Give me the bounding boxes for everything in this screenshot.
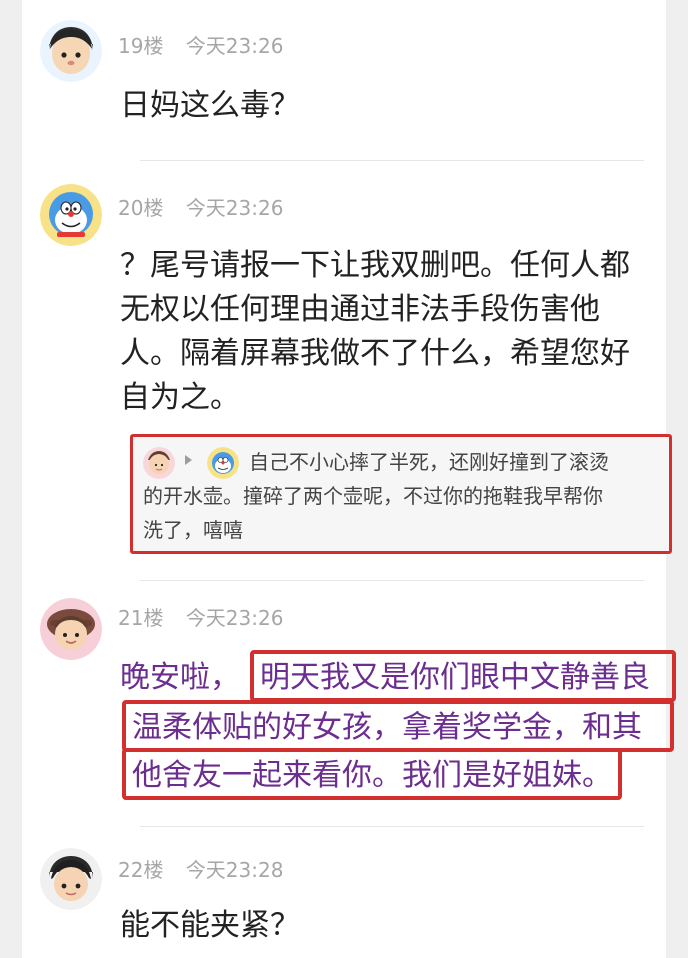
comment-meta: 22楼 今天23:28 [118, 858, 283, 882]
comment-line: 温柔体贴的好女孩，拿着奖学金，和其 [132, 710, 642, 745]
timestamp: 今天23:26 [185, 196, 284, 220]
comment-meta: 21楼 今天23:26 [118, 606, 283, 630]
floor-label: 19楼 [118, 34, 164, 58]
comment-meta: 20楼 今天23:26 [118, 196, 283, 220]
comment-line: 明天我又是你们眼中文静善良 [260, 660, 650, 695]
reply-line: 洗了，嘻嘻 [143, 518, 243, 542]
timestamp: 今天23:26 [185, 34, 284, 58]
comment-divider [140, 580, 644, 581]
comment-list: 19楼 今天23:26 日妈这么毒？ 20楼 今天23:26 ？尾号请报一下让我… [22, 0, 676, 958]
comment-divider [140, 826, 644, 827]
comment-thread-screenshot: 19楼 今天23:26 日妈这么毒？ 20楼 今天23:26 ？尾号请报一下让我… [0, 0, 688, 958]
reply-line: 的开水壶。撞碎了两个壶呢，不过你的拖鞋我早帮你 [143, 484, 603, 508]
reply-line: 自己不小心摔了半死，还刚好撞到了滚烫 [249, 450, 609, 474]
cartoon-dark-hair-avatar-icon[interactable] [40, 848, 102, 910]
comment-line: 无权以任何理由通过非法手段伤害他 [120, 292, 600, 327]
floor-label: 20楼 [118, 196, 164, 220]
comment-line: 人。隔着屏幕我做不了什么，希望您好 [120, 336, 630, 371]
comment-text: 他舍友一起来看你。我们是好姐妹。 [132, 754, 612, 798]
comment-meta: 19楼 今天23:26 [118, 34, 283, 58]
floor-label: 22楼 [118, 858, 164, 882]
comment-divider [140, 160, 644, 161]
comment-line: 日妈这么毒？ [120, 88, 300, 123]
comment-text: ？尾号请报一下让我双删吧。任何人都 无权以任何理由通过非法手段伤害他 人。隔着屏… [120, 244, 630, 420]
reply-quote-text: 自己不小心摔了半死，还刚好撞到了滚烫 的开水壶。撞碎了两个壶呢，不过你的拖鞋我早… [133, 437, 673, 551]
comment-line: ？尾号请报一下让我双删吧。任何人都 [120, 248, 630, 283]
timestamp: 今天23:26 [185, 606, 284, 630]
comment-line: 能不能夹紧？ [120, 908, 300, 943]
timestamp: 今天23:28 [185, 858, 284, 882]
comment-text: 温柔体贴的好女孩，拿着奖学金，和其 [132, 706, 642, 750]
doraemon-avatar-icon[interactable] [40, 184, 102, 246]
left-page-gutter [0, 0, 22, 958]
floor-label: 21楼 [118, 606, 164, 630]
reply-quote-box[interactable]: 自己不小心摔了半死，还刚好撞到了滚烫 的开水壶。撞碎了两个壶呢，不过你的拖鞋我早… [130, 434, 672, 554]
comment-line-prefix: 晚安啦， [120, 660, 240, 695]
cartoon-boy-avatar-icon[interactable] [40, 20, 102, 82]
comment-line: 自为之。 [120, 380, 240, 415]
comment-line: 他舍友一起来看你。我们是好姐妹。 [132, 758, 612, 793]
comment-text: 日妈这么毒？ [120, 84, 300, 128]
cartoon-girl-hat-avatar-icon[interactable] [40, 598, 102, 660]
comment-text: 能不能夹紧？ [120, 904, 300, 948]
comment-text: 明天我又是你们眼中文静善良 [260, 656, 650, 700]
comment-prefix: 晚安啦， [120, 656, 240, 700]
